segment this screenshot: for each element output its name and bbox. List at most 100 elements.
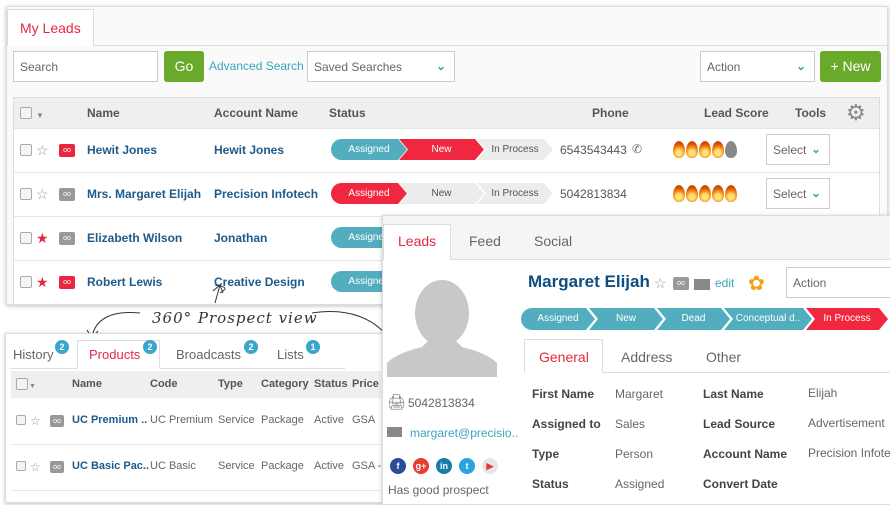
email-icon[interactable] [694, 279, 710, 290]
products-col[interactable]: Status [314, 378, 348, 390]
detail-email[interactable]: margaret@precisio.. [410, 426, 518, 440]
tab-lists[interactable]: Lists [277, 347, 304, 362]
col-name[interactable]: Name [87, 106, 120, 120]
detail-phone: 5042813834 [408, 396, 475, 410]
status-step[interactable]: Assigned [331, 183, 407, 204]
product-name-link[interactable]: UC Premium .. [72, 414, 147, 426]
subtab-general[interactable]: General [539, 349, 589, 365]
products-col[interactable]: Category [261, 378, 309, 390]
tab-social[interactable]: Social [534, 233, 572, 249]
row-checkbox[interactable] [20, 232, 32, 244]
count-badge: 2 [143, 340, 157, 354]
sort-caret-icon[interactable]: ▼ [36, 111, 44, 120]
flower-icon[interactable]: ✿ [748, 271, 765, 296]
twitter-icon[interactable]: t [459, 458, 475, 474]
row-checkbox[interactable] [16, 415, 26, 425]
action-label: Action [707, 60, 741, 74]
saved-searches-select[interactable]: Saved Searches ⌄ [307, 51, 455, 82]
owl-icon[interactable]: oo [673, 277, 689, 290]
tab-feed[interactable]: Feed [469, 233, 501, 249]
col-status[interactable]: Status [329, 106, 366, 120]
chevron-down-icon: ⌄ [810, 186, 821, 200]
lead-name-link[interactable]: Mrs. Margaret Elijah [87, 187, 201, 201]
owl-icon[interactable]: oo [50, 461, 64, 473]
col-lead-score[interactable]: Lead Score [704, 106, 769, 120]
row-checkbox[interactable] [20, 188, 32, 200]
field-label: Last Name [703, 387, 764, 401]
product-cell: Active [314, 460, 344, 472]
products-col[interactable]: Price [352, 378, 379, 390]
flame-icon [686, 141, 698, 158]
status-step[interactable]: In Process [477, 183, 553, 204]
field-value: Sales [615, 417, 646, 431]
col-tools[interactable]: Tools [795, 106, 826, 120]
phone-number: 5042813834 [560, 187, 627, 201]
star-icon[interactable]: ☆ [654, 276, 667, 290]
star-icon[interactable]: ★ [36, 275, 49, 289]
tab-my-leads[interactable]: My Leads [7, 9, 94, 46]
owl-icon[interactable]: oo [59, 144, 75, 157]
products-select-all[interactable] [16, 378, 28, 390]
star-icon[interactable]: ☆ [30, 460, 41, 474]
edit-link[interactable]: edit [715, 276, 734, 290]
phone-icon[interactable]: ✆ [632, 142, 642, 156]
linkedin-icon[interactable]: in [436, 458, 452, 474]
stage-step[interactable]: Assigned [521, 308, 595, 330]
account-name-link[interactable]: Hewit Jones [214, 143, 284, 157]
product-cell: Package [261, 414, 304, 426]
products-col[interactable]: Name [72, 378, 102, 390]
lead-name-link[interactable]: Hewit Jones [87, 143, 157, 157]
count-badge: 1 [306, 340, 320, 354]
product-name-link[interactable]: UC Basic Pac.. [72, 460, 149, 472]
search-input[interactable]: Search [13, 51, 158, 82]
products-col[interactable]: Code [150, 378, 178, 390]
subtab-other[interactable]: Other [706, 349, 741, 365]
tab-history[interactable]: History [13, 347, 53, 362]
owl-icon[interactable]: oo [59, 232, 75, 245]
action-select[interactable]: Action ⌄ [700, 51, 815, 82]
star-icon[interactable]: ☆ [36, 187, 49, 201]
detail-action-select[interactable]: Action [786, 267, 890, 298]
tools-select[interactable]: Select ⌄ [766, 178, 830, 209]
stage-step[interactable]: New [589, 308, 663, 330]
lead-name: Margaret Elijah [528, 272, 650, 291]
stage-step[interactable]: Conceptual d.. [724, 308, 812, 330]
status-step[interactable]: New [399, 139, 484, 160]
star-icon[interactable]: ☆ [36, 143, 49, 157]
star-icon[interactable]: ☆ [30, 414, 41, 428]
row-checkbox[interactable] [20, 144, 32, 156]
owl-icon[interactable]: oo [59, 188, 75, 201]
status-step[interactable]: In Process [477, 139, 553, 160]
youtube-icon[interactable]: ▶ [482, 458, 498, 474]
tools-select[interactable]: Select ⌄ [766, 134, 830, 165]
lead-name-link[interactable]: Elizabeth Wilson [87, 231, 182, 245]
tab-products[interactable]: Products [89, 347, 140, 362]
go-button[interactable]: Go [164, 51, 204, 82]
products-col[interactable]: Type [218, 378, 243, 390]
subtab-address[interactable]: Address [621, 349, 672, 365]
row-checkbox[interactable] [20, 276, 32, 288]
tab-leads[interactable]: Leads [398, 233, 436, 249]
advanced-search-link[interactable]: Advanced Search [209, 59, 304, 73]
sort-caret-icon[interactable]: ▼ [29, 383, 36, 390]
product-cell: GSA - [352, 460, 382, 472]
owl-icon[interactable]: oo [50, 415, 64, 427]
facebook-icon[interactable]: f [390, 458, 406, 474]
status-step[interactable]: New [399, 183, 484, 204]
gear-icon[interactable]: ⚙ [846, 100, 866, 126]
star-icon[interactable]: ★ [36, 231, 49, 245]
account-name-link[interactable]: Precision Infotech [214, 187, 318, 201]
col-phone[interactable]: Phone [592, 106, 629, 120]
google-plus-icon[interactable]: g+ [413, 458, 429, 474]
new-button[interactable]: + New [820, 51, 881, 82]
stage-step[interactable]: Dead [657, 308, 730, 330]
status-step[interactable]: Assigned [331, 139, 407, 160]
field-value: Person [615, 447, 654, 461]
row-checkbox[interactable] [16, 461, 26, 471]
owl-icon[interactable]: oo [59, 276, 75, 289]
col-account-name[interactable]: Account Name [214, 106, 298, 120]
select-all-checkbox[interactable] [20, 107, 32, 119]
account-name-link[interactable]: Jonathan [214, 231, 267, 245]
tab-broadcasts[interactable]: Broadcasts [176, 347, 241, 362]
stage-step[interactable]: In Process [806, 308, 888, 330]
